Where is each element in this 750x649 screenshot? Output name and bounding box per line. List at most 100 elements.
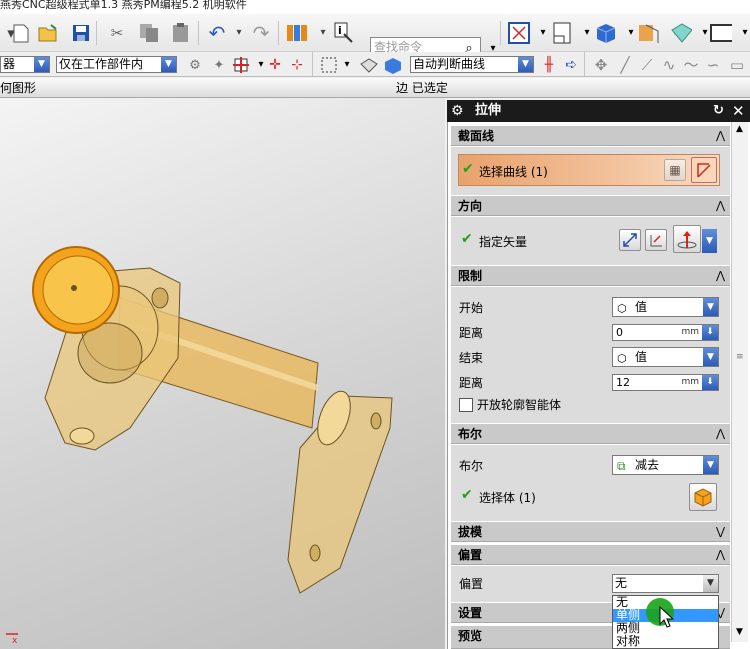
navigator-dropdown-icon[interactable]: ▾: [312, 22, 334, 44]
selection-scope-dropdown[interactable]: 仅在工作部件内 ▼: [56, 56, 177, 73]
layer-icon[interactable]: [670, 22, 692, 44]
undo-icon[interactable]: ↶: [206, 22, 228, 44]
direction-header-label: 方向: [458, 199, 483, 213]
preview-header-label: 预览: [458, 629, 483, 643]
draft-header-label: 拔模: [458, 525, 483, 539]
fit-view-icon[interactable]: [508, 22, 530, 44]
cube-icon: ⬡: [617, 302, 627, 315]
follow-fillet-icon[interactable]: ➪: [560, 54, 582, 76]
section-header-offset[interactable]: 偏置 ⋀: [451, 545, 730, 565]
end-type-dropdown[interactable]: ⬡ 值 ▼: [612, 347, 719, 367]
redo-icon[interactable]: ↷: [250, 22, 272, 44]
dialog-title: 拉伸: [475, 103, 502, 118]
chevron-down-icon: ▼: [703, 348, 718, 366]
check-icon: ✔: [461, 487, 473, 503]
end-label: 结束: [459, 351, 484, 365]
curve-rule-dropdown[interactable]: 自动判断曲线 ▼: [410, 56, 534, 73]
reset-icon[interactable]: ↻: [713, 100, 724, 122]
new-file-icon[interactable]: [10, 22, 32, 44]
settings-header-label: 设置: [458, 606, 483, 620]
stop-at-intersection-icon[interactable]: ╫: [538, 54, 560, 76]
limits-body: 开始 ⬡ 值 ▼ 距离 0 mm ⬇ 结束 ⬡ 值 ▼ 距离 12 mm ⬇ 开…: [451, 287, 730, 423]
curve-icon[interactable]: ∽: [702, 54, 724, 76]
inferred-vector-button[interactable]: [673, 225, 701, 253]
line-icon[interactable]: ╱: [614, 54, 636, 76]
vector-dropdown-button[interactable]: ▼: [702, 229, 717, 253]
dialog-scrollbar[interactable]: ▲ ≡ ▼: [731, 122, 748, 642]
view-orient-icon[interactable]: [552, 22, 574, 44]
end-type-value: 值: [635, 350, 648, 364]
section-header-direction[interactable]: 方向 ⋀: [451, 196, 730, 216]
gear-icon[interactable]: ⚙: [451, 100, 464, 122]
end-distance-label: 距离: [459, 376, 484, 390]
open-profile-checkbox[interactable]: [459, 398, 473, 412]
graphics-viewport[interactable]: x: [0, 98, 445, 649]
unit-label: mm: [681, 377, 699, 387]
section-header-draft[interactable]: 拔模 ⋁: [451, 522, 730, 542]
scroll-up-icon[interactable]: ▲: [736, 124, 743, 134]
spinner-down-icon[interactable]: ⬇: [702, 375, 718, 390]
section-header-boolean[interactable]: 布尔 ⋀: [451, 424, 730, 444]
boolean-body: 布尔 ⧉ 减去 ▼ ✔ 选择体 (1): [451, 445, 730, 521]
chevron-up-icon: ⋀: [715, 548, 725, 561]
status-right-text: 边 已选定: [396, 81, 448, 95]
select-body-icon[interactable]: [382, 54, 404, 76]
select-curve-button[interactable]: [691, 157, 717, 183]
fit-dropdown-icon[interactable]: ▾: [532, 22, 554, 44]
start-type-dropdown[interactable]: ⬡ 值 ▼: [612, 297, 719, 317]
open-profile-label: 开放轮廓智能体: [477, 398, 562, 412]
spinner-down-icon[interactable]: ⬇: [702, 325, 718, 340]
sketch-section-button[interactable]: ▦: [664, 159, 686, 181]
selection-bar: 器 ▼ 仅在工作部件内 ▼ ⚙ ✦ ▾ ✛ ⊹ ▾ 自动判断曲线 ▼ ╫ ➪ ✥…: [0, 52, 750, 77]
shaded-cube-icon[interactable]: [594, 22, 616, 44]
option-symmetric[interactable]: 对称: [613, 635, 718, 648]
snap-filter-icon[interactable]: ✦: [208, 54, 230, 76]
point-snap-icon[interactable]: [230, 54, 252, 76]
end-distance-input[interactable]: 12 mm ⬇: [612, 374, 719, 391]
select-curve-row[interactable]: ✔ 选择曲线 (1) ▦: [458, 154, 720, 186]
chevron-up-icon: ⋀: [715, 199, 725, 212]
info-icon[interactable]: i: [334, 22, 356, 44]
select-body-button[interactable]: [689, 483, 717, 511]
boolean-type-value: 减去: [635, 458, 660, 472]
section-curve-body: ✔ 选择曲线 (1) ▦: [451, 147, 730, 195]
scroll-down-icon[interactable]: ▼: [736, 627, 743, 637]
reverse-direction-button[interactable]: [619, 229, 641, 251]
start-distance-input[interactable]: 0 mm ⬇: [612, 324, 719, 341]
spline-icon[interactable]: 〜: [680, 54, 702, 76]
point-on-curve-icon[interactable]: ✛: [264, 54, 286, 76]
intersect-point-icon[interactable]: ⊹: [286, 54, 308, 76]
vector-dialog-button[interactable]: [645, 229, 667, 251]
part-navigator-icon[interactable]: [286, 22, 308, 44]
boolean-header-label: 布尔: [458, 427, 483, 441]
move-handle-icon[interactable]: ✥: [590, 54, 612, 76]
unit-label: mm: [681, 327, 699, 337]
type-filter-dropdown[interactable]: 器 ▼: [0, 56, 50, 73]
display-settings-icon[interactable]: [638, 22, 660, 44]
select-faces-icon[interactable]: [358, 54, 380, 76]
close-icon[interactable]: ✕: [732, 100, 745, 122]
line-tangent-icon[interactable]: ⟋: [636, 54, 658, 76]
chevron-down-icon: ▼: [703, 575, 718, 592]
section-header-limits[interactable]: 限制 ⋀: [451, 266, 730, 286]
paste-icon[interactable]: [170, 22, 192, 44]
deselect-icon[interactable]: ⚙: [184, 54, 206, 76]
window-frame-icon[interactable]: [710, 22, 732, 44]
arc-icon[interactable]: ∿: [658, 54, 680, 76]
select-dropdown-icon[interactable]: ▾: [336, 54, 358, 76]
section-header-section-curve[interactable]: 截面线 ⋀: [451, 126, 730, 146]
copy-icon[interactable]: [138, 22, 160, 44]
rectangle-icon[interactable]: ▭: [726, 54, 748, 76]
cut-icon[interactable]: ✂: [106, 22, 128, 44]
undo-dropdown-icon[interactable]: ▾: [228, 22, 250, 44]
offset-type-dropdown[interactable]: 无 ▼: [612, 574, 719, 593]
chevron-down-icon: ▼: [161, 57, 176, 72]
open-folder-icon[interactable]: [38, 22, 60, 44]
offset-type-value: 无: [615, 576, 628, 590]
save-icon[interactable]: [70, 22, 92, 44]
window-dropdown-icon[interactable]: ▾: [734, 22, 750, 44]
select-curve-label: 选择曲线 (1): [479, 165, 548, 179]
scroll-grip-icon[interactable]: ≡: [736, 352, 744, 362]
boolean-type-dropdown[interactable]: ⧉ 减去 ▼: [612, 455, 719, 475]
chevron-down-icon: ⋁: [715, 525, 725, 538]
